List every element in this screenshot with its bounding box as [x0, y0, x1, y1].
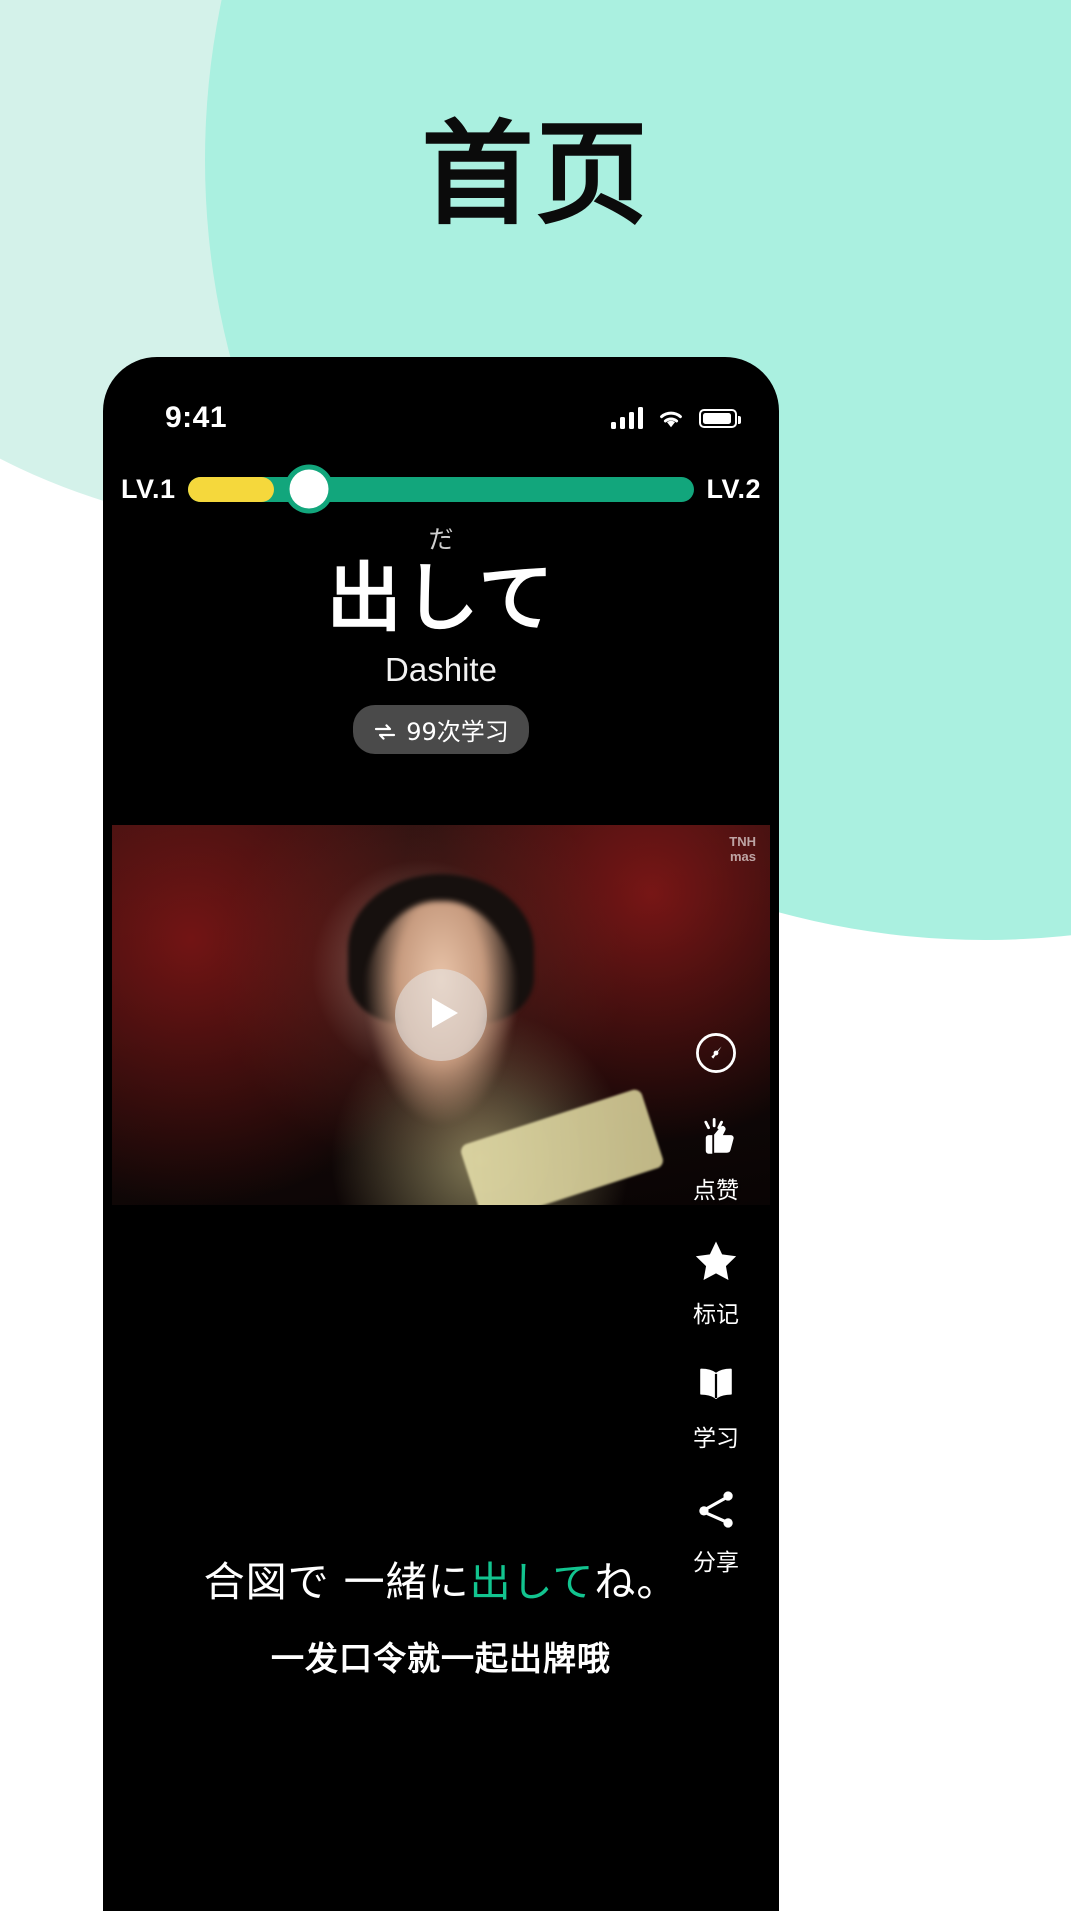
book-icon[interactable] — [688, 1357, 744, 1413]
video-watermark: TNH mas — [729, 834, 756, 864]
status-bar-clock: 9:41 — [165, 401, 228, 434]
study-count-badge[interactable]: 99次学习 — [353, 705, 529, 754]
phone-frame: 9:41 LV.1 LV.2 だ 出して Dashite 99次学习 TNH m… — [103, 357, 779, 1911]
rail-label-like: 点赞 — [693, 1178, 739, 1204]
rail-item-share[interactable]: 分享 — [688, 1481, 744, 1577]
play-button[interactable] — [395, 969, 487, 1061]
repeat-icon — [373, 720, 397, 740]
star-icon[interactable] — [688, 1233, 744, 1289]
page-title: 首页 — [421, 112, 650, 237]
subtitle-jp-suffix: ね。 — [594, 1558, 679, 1606]
cellular-signal-icon — [610, 407, 643, 429]
subtitle-jp-prefix: 合図で 一緒に — [203, 1558, 470, 1606]
word-card: だ 出して Dashite 99次学习 — [103, 527, 779, 754]
rail-label-mark: 标记 — [693, 1302, 739, 1328]
progress-track[interactable] — [187, 469, 695, 509]
rail-item-mark[interactable]: 标记 — [688, 1233, 744, 1329]
study-count-label: 99次学习 — [406, 718, 509, 746]
subtitle-jp-highlight[interactable]: 出して — [470, 1558, 595, 1606]
rail-label-study: 学习 — [693, 1426, 739, 1452]
play-icon — [423, 996, 460, 1035]
rail-item-study[interactable]: 学习 — [688, 1357, 744, 1453]
headword-text: 出して — [326, 554, 556, 642]
screen-root: 首页 9:41 LV.1 LV.2 だ 出して Dashite 99次学习 TN… — [0, 0, 1071, 1911]
furigana-reading: だ — [428, 525, 454, 554]
status-bar-icons — [610, 407, 741, 429]
level-start-label: LV.1 — [121, 473, 176, 504]
rail-item-speed[interactable] — [688, 1025, 744, 1081]
wifi-icon — [657, 408, 685, 429]
rail-label-share: 分享 — [693, 1550, 739, 1576]
level-progress-bar[interactable]: LV.1 LV.2 — [103, 461, 779, 517]
subtitle-chinese: 一发口令就一起出牌哦 — [271, 1639, 611, 1679]
battery-icon — [699, 408, 741, 428]
status-bar: 9:41 — [103, 357, 779, 449]
subtitle-japanese: 合図で 一緒に出してね。 — [127, 1555, 755, 1610]
progress-thumb[interactable] — [289, 469, 329, 509]
speedometer-icon[interactable] — [688, 1025, 744, 1081]
romaji-text: Dashite — [385, 651, 497, 688]
action-rail: 点赞 标记 学习 分享 — [667, 1025, 765, 1577]
level-end-label: LV.2 — [706, 473, 761, 504]
rail-item-like[interactable]: 点赞 — [688, 1109, 744, 1205]
share-icon[interactable] — [688, 1481, 744, 1537]
thumbs-up-icon[interactable] — [688, 1109, 744, 1165]
progress-fill — [187, 476, 274, 502]
